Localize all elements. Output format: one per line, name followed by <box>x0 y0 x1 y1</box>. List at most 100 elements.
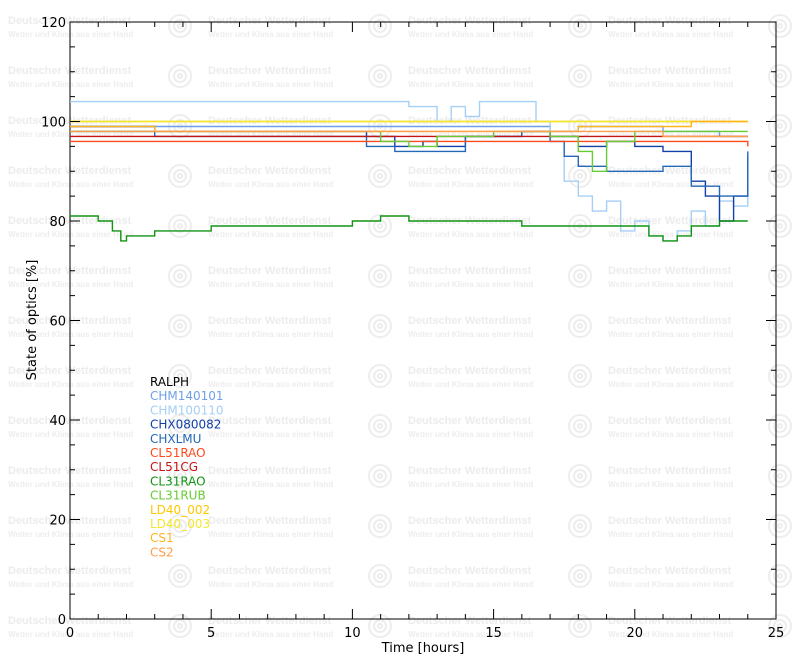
y-tick-label: 20 <box>49 514 66 529</box>
watermark-title: Deutscher Wetterdienst <box>408 565 532 577</box>
watermark-tile: Deutscher Wetterdienst Wetter und Klima a… <box>608 14 792 39</box>
watermark-tile: Deutscher WetterdienstWetter und Klima a… <box>8 564 192 589</box>
dwd-logo-icon <box>568 314 592 338</box>
dwd-logo-icon <box>368 264 392 288</box>
watermark-subtitle: Wetter und Klima aus einer Hand <box>608 280 733 289</box>
watermark-title: Deutscher Wetterdienst <box>608 65 732 77</box>
watermark-tile: Deutscher WetterdienstWetter und Klima a… <box>208 464 392 489</box>
legend-entry-chm100110: CHM100110 <box>150 403 224 417</box>
dwd-logo-icon <box>168 264 192 288</box>
dwd-logo-icon <box>568 414 592 438</box>
watermark-subtitle: Wetter und Klima aus einer Hand <box>608 380 733 389</box>
y-axis-label: State of optics [%] <box>25 260 40 381</box>
watermark-title: Deutscher Wetterdienst <box>208 565 332 577</box>
watermark-subtitle: Wetter und Klima aus einer Hand <box>208 330 333 339</box>
dwd-logo-icon <box>168 314 192 338</box>
chart-figure: Deutscher Wetterdienst Wetter und Klima a… <box>8 14 792 656</box>
watermark-subtitle: Wetter und Klima aus einer Hand <box>408 330 533 339</box>
watermark-subtitle: Wetter und Klima aus einer Hand <box>8 480 133 489</box>
watermark-title: Deutscher Wetterdienst <box>608 515 732 527</box>
watermark-tile: Deutscher WetterdienstWetter und Klima a… <box>208 64 392 89</box>
watermark-tile: Deutscher WetterdienstWetter und Klima a… <box>208 514 392 539</box>
watermark-subtitle: Wetter und Klima aus einer Hand <box>208 580 333 589</box>
watermark-title: Deutscher Wetterdienst <box>608 365 732 377</box>
watermark-title: Deutscher Wetterdienst <box>608 215 732 227</box>
watermark-title: Deutscher Wetterdienst <box>208 365 332 377</box>
y-tick-label: 0 <box>58 613 66 628</box>
x-tick-label: 5 <box>207 626 215 641</box>
legend-entry-cl31rao: CL31RAO <box>150 474 206 488</box>
watermark-tile: Deutscher WetterdienstWetter und Klima a… <box>208 164 392 189</box>
dwd-logo-icon <box>568 14 592 38</box>
dwd-logo-icon <box>368 414 392 438</box>
legend-entry-cs1: CS1 <box>150 531 174 545</box>
dwd-logo-icon <box>768 14 792 38</box>
legend-entry-ld40-002: LD40_002 <box>150 503 210 517</box>
watermark-tile: Deutscher WetterdienstWetter und Klima a… <box>408 464 592 489</box>
watermark-title: Deutscher Wetterdienst <box>208 265 332 277</box>
watermark-title: Deutscher Wetterdienst <box>608 565 732 577</box>
dwd-logo-icon <box>568 164 592 188</box>
dwd-logo-icon <box>368 464 392 488</box>
dwd-logo-icon <box>168 14 192 38</box>
dwd-logo-icon <box>168 614 192 638</box>
watermark-title: Deutscher Wetterdienst <box>408 165 532 177</box>
x-tick-label: 0 <box>66 626 74 641</box>
watermark-title: Deutscher Wetterdienst <box>608 415 732 427</box>
legend-entry-cl51rao: CL51RAO <box>150 446 206 460</box>
legend-entry-chx080082: CHX080082 <box>150 418 221 432</box>
watermark-subtitle: Wetter und Klima aus einer Hand <box>408 180 533 189</box>
watermark-subtitle: Wetter und Klima aus einer Hand <box>408 630 533 639</box>
watermark-tile: Deutscher WetterdienstWetter und Klima a… <box>208 314 392 339</box>
dwd-logo-icon <box>368 614 392 638</box>
watermark-subtitle: Wetter und Klima aus einer Hand <box>608 330 733 339</box>
watermark-tile: Deutscher WetterdienstWetter und Klima a… <box>408 414 592 439</box>
watermark-tile: Deutscher Wetterdienst Wetter und Klima a… <box>208 564 392 589</box>
dwd-logo-icon <box>768 364 792 388</box>
watermark-tile: Deutscher WetterdienstWetter und Klima a… <box>408 214 592 239</box>
watermark-tile: Deutscher WetterdienstWetter und Klima a… <box>408 64 592 89</box>
watermark-subtitle: Wetter und Klima aus einer Hand <box>408 280 533 289</box>
dwd-logo-icon <box>168 64 192 88</box>
dwd-logo-icon <box>368 564 392 588</box>
legend-entry-ralph: RALPH <box>150 375 189 389</box>
watermark-subtitle: Wetter und Klima aus einer Hand <box>608 30 733 39</box>
watermark-tile: Deutscher Wetterdienst Wetter und Klima a… <box>408 564 592 589</box>
dwd-logo-icon <box>368 364 392 388</box>
watermark-tile: Deutscher Wetterdienst Wetter und Klima a… <box>608 364 792 389</box>
watermark-subtitle: Wetter und Klima aus einer Hand <box>208 180 333 189</box>
watermark-title: Deutscher Wetterdienst <box>408 415 532 427</box>
watermark-tile: Deutscher WetterdienstWetter und Klima a… <box>8 64 192 89</box>
watermark-subtitle: Wetter und Klima aus einer Hand <box>408 580 533 589</box>
watermark-tile: Deutscher WetterdienstWetter und Klima a… <box>608 464 792 489</box>
dwd-logo-icon <box>568 364 592 388</box>
watermark-subtitle: Wetter und Klima aus einer Hand <box>208 380 333 389</box>
y-tick-label: 100 <box>41 116 66 131</box>
watermark-subtitle: Wetter und Klima aus einer Hand <box>8 180 133 189</box>
watermark-title: Deutscher Wetterdienst <box>208 515 332 527</box>
watermark-title: Deutscher Wetterdienst <box>408 465 532 477</box>
legend-entry-cl31rub: CL31RUB <box>150 489 206 503</box>
dwd-logo-icon <box>168 214 192 238</box>
watermark-subtitle: Wetter und Klima aus einer Hand <box>8 380 133 389</box>
watermark-tile: Deutscher WetterdienstWetter und Klima a… <box>408 364 592 389</box>
legend-entry-cl51cg: CL51CG <box>150 460 198 474</box>
dwd-logo-icon <box>168 564 192 588</box>
x-tick-label: 15 <box>485 626 502 641</box>
dwd-logo-icon <box>368 314 392 338</box>
watermark-tile: Deutscher WetterdienstWetter und Klima a… <box>8 14 192 39</box>
watermark-tile: Deutscher WetterdienstWetter und Klima a… <box>208 414 392 439</box>
watermark-title: Deutscher Wetterdienst <box>208 15 332 27</box>
watermark-tile: Deutscher WetterdienstWetter und Klima a… <box>608 264 792 289</box>
y-tick-label: 80 <box>49 215 66 230</box>
watermark-layer: Deutscher Wetterdienst Wetter und Klima a… <box>8 14 792 639</box>
watermark-tile: Deutscher Wetterdienst Wetter und Klima a… <box>608 64 792 89</box>
x-tick-label: 25 <box>768 626 785 641</box>
watermark-subtitle: Wetter und Klima aus einer Hand <box>608 80 733 89</box>
watermark-title: Deutscher Wetterdienst <box>608 15 732 27</box>
watermark-subtitle: Wetter und Klima aus einer Hand <box>208 230 333 239</box>
dwd-logo-icon <box>568 614 592 638</box>
watermark-title: Deutscher Wetterdienst <box>408 65 532 77</box>
watermark-tile: Deutscher WetterdienstWetter und Klima a… <box>408 264 592 289</box>
legend-entry-chxlmu: CHXLMU <box>150 432 201 446</box>
